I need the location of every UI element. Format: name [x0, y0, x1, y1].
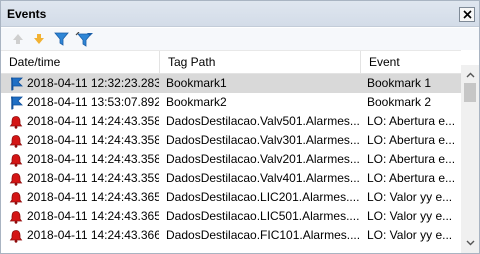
table-row[interactable]: 2018-04-11 14:24:43.359 DadosDestilacao.V…	[1, 169, 461, 188]
table-row[interactable]: 2018-04-11 13:53:07.892 Bookmark2 Bookmark…	[1, 93, 461, 112]
cell-datetime: 2018-04-11 13:53:07.892	[27, 95, 159, 109]
cell-datetime: 2018-04-11 14:24:43.358	[27, 152, 159, 166]
alarm-bell-icon	[8, 131, 24, 150]
bookmark-flag-icon	[8, 93, 24, 112]
cell-event: Bookmark 1	[367, 76, 432, 90]
chevron-up-icon	[466, 72, 474, 78]
cell-event: Bookmark 2	[367, 95, 432, 109]
cell-event: LO: Valor yy e...	[367, 209, 453, 223]
move-down-button[interactable]	[31, 31, 47, 47]
cell-datetime: 2018-04-11 14:24:43.358	[27, 114, 159, 128]
cell-datetime: 2018-04-11 14:24:43.365	[27, 190, 159, 204]
table-row[interactable]: 2018-04-11 14:24:43.358 DadosDestilacao.V…	[1, 131, 461, 150]
cell-datetime: 2018-04-11 12:32:23.283	[27, 76, 159, 90]
alarm-bell-icon	[8, 112, 24, 131]
chevron-down-icon	[466, 240, 474, 246]
arrow-down-icon	[34, 34, 44, 44]
cell-tag-path: DadosDestilacao.LIC501.Alarmes....	[166, 209, 360, 223]
cell-datetime: 2018-04-11 14:24:43.359	[27, 171, 159, 185]
cell-event: LO: Abertura e...	[367, 152, 456, 166]
filter-icon	[53, 32, 69, 46]
alarm-bell-icon	[8, 169, 24, 188]
alarm-bell-icon	[8, 188, 24, 207]
arrow-up-icon	[13, 34, 23, 44]
cell-tag-path: Bookmark2	[166, 95, 227, 109]
toolbar	[1, 28, 479, 50]
cell-tag-path: DadosDestilacao.LIC201.Alarmes....	[166, 190, 360, 204]
table-row[interactable]: 2018-04-11 14:24:43.358 DadosDestilacao.V…	[1, 112, 461, 131]
column-header-datetime[interactable]: Date/time	[1, 51, 159, 74]
move-up-button[interactable]	[10, 31, 26, 47]
cell-event: LO: Abertura e...	[367, 171, 456, 185]
cell-tag-path: DadosDestilacao.Valv301.Alarmes....	[166, 133, 360, 147]
cell-event: LO: Valor yy e...	[367, 190, 453, 204]
close-button[interactable]	[459, 7, 475, 22]
cell-tag-path: DadosDestilacao.Valv201.Alarmes....	[166, 152, 360, 166]
table-row[interactable]: 2018-04-11 12:32:23.283 Bookmark1 Bookmark…	[1, 74, 461, 93]
cell-datetime: 2018-04-11 14:24:43.358	[27, 133, 159, 147]
table-row[interactable]: 2018-04-11 14:24:43.365 DadosDestilacao.L…	[1, 207, 461, 226]
panel-title: Events	[7, 7, 47, 21]
cell-tag-path: Bookmark1	[166, 76, 227, 90]
cell-datetime: 2018-04-11 14:24:43.365	[27, 209, 159, 223]
filter-button[interactable]	[53, 31, 69, 47]
column-header-event[interactable]: Event	[360, 51, 461, 74]
table-row[interactable]: 2018-04-11 14:24:43.366 DadosDestilacao.F…	[1, 226, 461, 245]
cell-tag-path: DadosDestilacao.Valv501.Alarmes....	[166, 114, 360, 128]
table-row[interactable]: 2018-04-11 14:24:43.358 DadosDestilacao.V…	[1, 150, 461, 169]
filter-edit-icon	[75, 31, 93, 47]
scroll-up-button[interactable]	[461, 67, 479, 83]
vertical-scrollbar[interactable]	[461, 65, 479, 253]
cell-tag-path: DadosDestilacao.Valv401.Alarmes....	[166, 171, 360, 185]
cell-datetime: 2018-04-11 14:24:43.366	[27, 228, 159, 242]
table-row[interactable]: 2018-04-11 14:24:43.365 DadosDestilacao.L…	[1, 188, 461, 207]
cell-event: LO: Abertura e...	[367, 133, 456, 147]
cell-event: LO: Abertura e...	[367, 114, 456, 128]
filter-edit-button[interactable]	[74, 31, 94, 47]
table-header: Date/time Tag Path Event	[1, 50, 461, 74]
column-header-tag-path[interactable]: Tag Path	[159, 51, 360, 74]
scrollbar-thumb[interactable]	[464, 83, 476, 102]
cell-event: LO: Valor yy e...	[367, 228, 453, 242]
alarm-bell-icon	[8, 150, 24, 169]
alarm-bell-icon	[8, 207, 24, 226]
events-panel: Events Date/time Tag Path Event 2018-04-…	[0, 0, 480, 254]
close-icon	[462, 10, 472, 19]
alarm-bell-icon	[8, 226, 24, 245]
bookmark-flag-icon	[8, 74, 24, 93]
events-table: Date/time Tag Path Event 2018-04-11 12:3…	[1, 50, 479, 253]
scroll-down-button[interactable]	[461, 235, 479, 251]
cell-tag-path: DadosDestilacao.FIC101.Alarmes....	[166, 228, 360, 242]
panel-title-bar: Events	[1, 1, 479, 27]
